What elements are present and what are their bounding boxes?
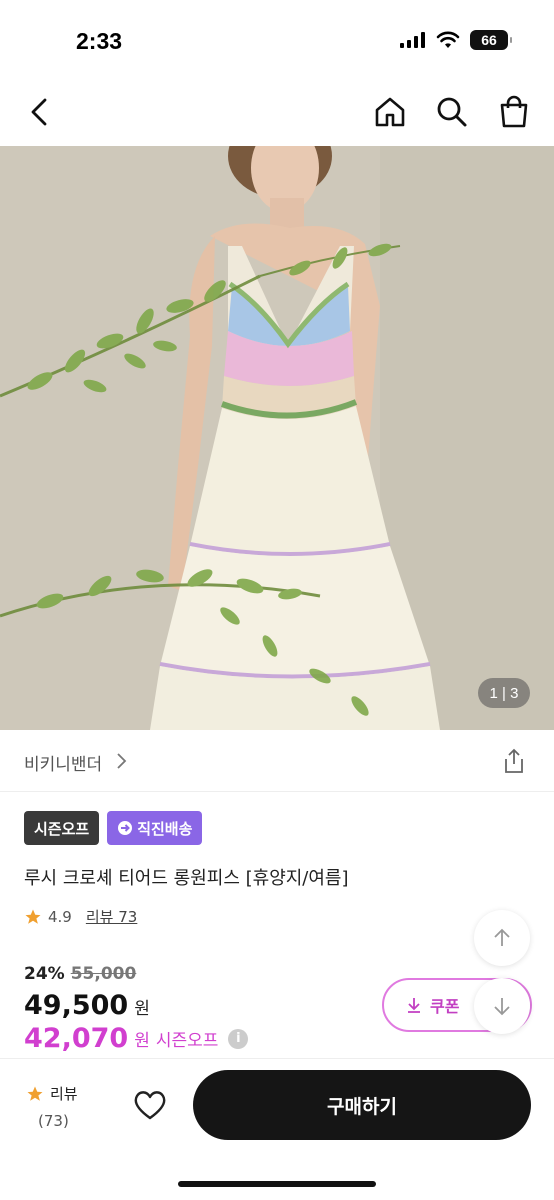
download-icon	[408, 998, 420, 1013]
original-price: 55,000	[70, 964, 137, 984]
rating-row: 4.9 리뷰 73	[24, 906, 137, 927]
scroll-top-button[interactable]	[474, 910, 530, 966]
season-off-badge: 시즌오프	[24, 811, 100, 845]
sale-price-currency: 원	[134, 1031, 150, 1051]
scroll-down-button[interactable]	[474, 978, 530, 1034]
star-icon	[25, 909, 41, 924]
home-icon[interactable]	[372, 94, 408, 130]
back-chevron-icon[interactable]	[22, 94, 58, 130]
arrow-up-icon	[494, 928, 510, 946]
badge-list: 시즌오프 직진배송	[24, 811, 203, 845]
current-price: 49,500	[24, 990, 129, 1021]
cellular-signal-icon	[400, 32, 425, 48]
search-icon[interactable]	[434, 94, 470, 130]
arrow-down-icon	[494, 998, 510, 1016]
rating-value: 4.9	[48, 907, 72, 926]
delivery-arrow-icon	[118, 821, 133, 835]
discount-percent: 24%	[24, 964, 65, 984]
seller-row[interactable]: 비키니밴더	[0, 730, 554, 792]
price-currency: 원	[134, 999, 150, 1019]
info-icon[interactable]: i	[228, 1028, 249, 1049]
bottom-action-bar: 리뷰 (73) 구매하기	[0, 1059, 554, 1200]
status-icons: 66	[400, 30, 512, 50]
review-summary[interactable]: 리뷰 (73)	[26, 1083, 86, 1130]
buy-button[interactable]: 구매하기	[193, 1070, 531, 1140]
product-image-gallery[interactable]: 1 | 3	[0, 146, 554, 730]
review-link[interactable]: 리뷰 73	[86, 906, 137, 927]
sale-label: 시즌오프	[155, 1031, 219, 1051]
heart-icon[interactable]	[132, 1089, 168, 1121]
badge-label: 시즌오프	[34, 819, 90, 838]
seller-name[interactable]: 비키니밴더	[24, 750, 102, 775]
product-title: 루시 크로셰 티어드 롱원피스 [휴양지/여름]	[24, 868, 349, 889]
wifi-icon	[436, 31, 460, 48]
battery-level: 66	[481, 32, 497, 48]
share-icon[interactable]	[502, 748, 526, 774]
sale-price: 42,070	[24, 1023, 129, 1054]
status-bar: 2:33 66	[0, 0, 554, 80]
chevron-right-icon	[117, 753, 127, 769]
status-time: 2:33	[76, 28, 123, 54]
review-count: (73)	[38, 1112, 69, 1130]
coupon-label: 쿠폰	[430, 997, 460, 1016]
nav-bar	[0, 80, 554, 146]
review-label: 리뷰	[50, 1085, 78, 1103]
shopping-bag-icon[interactable]	[496, 94, 532, 130]
badge-label: 직진배송	[137, 819, 193, 838]
price-block: 24% 55,000 49,500 원 42,070 원 시즌오프 i	[24, 964, 249, 1054]
home-indicator	[178, 1181, 376, 1187]
product-photo	[0, 146, 554, 730]
direct-delivery-badge: 직진배송	[107, 811, 203, 845]
image-counter: 1 | 3	[478, 678, 530, 708]
star-icon	[27, 1086, 43, 1101]
battery-icon: 66	[470, 30, 512, 50]
